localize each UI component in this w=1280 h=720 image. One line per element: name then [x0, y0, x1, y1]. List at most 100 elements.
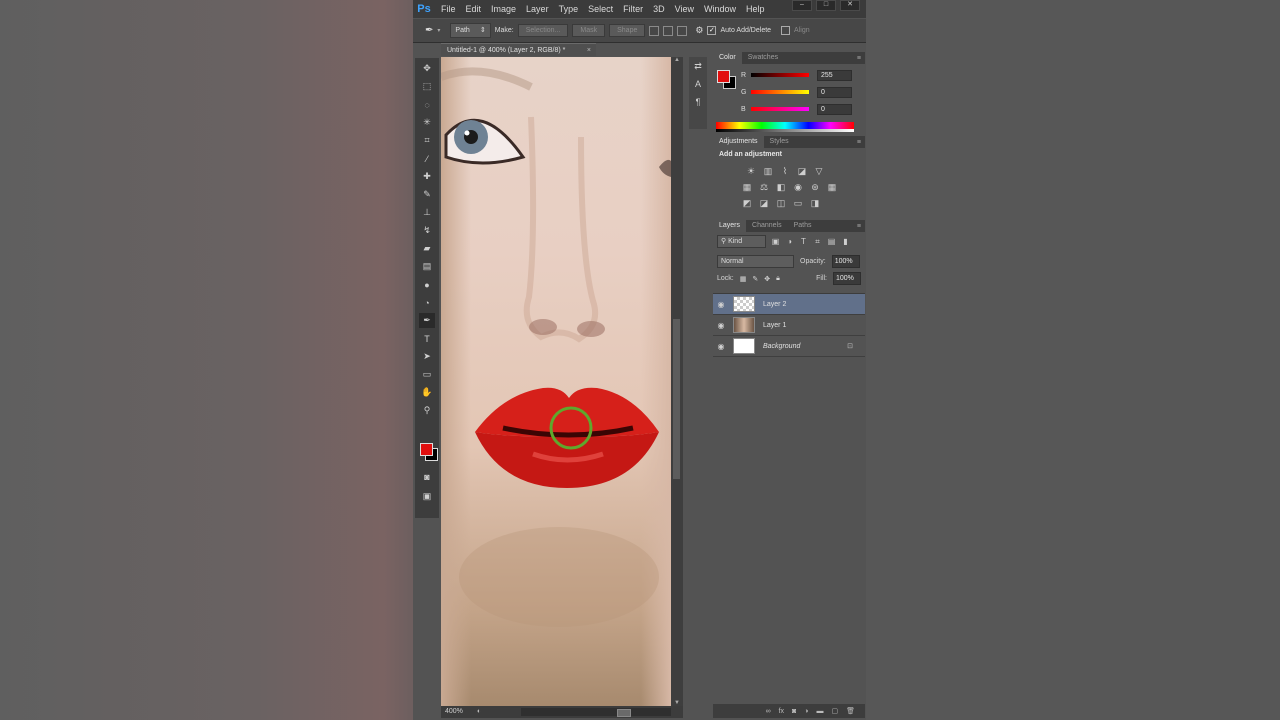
photo-filter-icon[interactable]: ◉ — [792, 181, 804, 193]
history-brush-tool-icon[interactable]: ↯ — [419, 223, 435, 238]
new-adjustment-layer-icon[interactable]: ◑ — [804, 708, 808, 715]
scrollbar-thumb[interactable] — [617, 709, 631, 717]
menu-3d[interactable]: 3D — [648, 0, 670, 18]
type-tool-icon[interactable]: T — [419, 331, 435, 346]
character-panel-icon[interactable]: A — [689, 75, 707, 93]
blue-slider[interactable] — [751, 107, 809, 111]
minimize-icon[interactable]: – — [792, 0, 812, 11]
green-value-input[interactable]: 0 — [817, 86, 852, 98]
scroll-up-icon[interactable]: ▲ — [671, 57, 683, 63]
menu-layer[interactable]: Layer — [521, 0, 554, 18]
brightness-contrast-icon[interactable]: ☀ — [745, 165, 757, 177]
chevron-down-icon[interactable]: ▾ — [437, 27, 440, 34]
fill-input[interactable]: 100% — [833, 272, 861, 285]
align-edges-checkbox[interactable] — [781, 26, 791, 35]
gear-icon[interactable]: ⚙ — [695, 25, 703, 36]
hue-saturation-icon[interactable]: ▦ — [741, 181, 753, 193]
green-slider[interactable] — [751, 90, 809, 94]
lasso-tool-icon[interactable]: ◌ — [419, 97, 435, 112]
tab-channels[interactable]: Channels — [746, 220, 788, 232]
new-group-icon[interactable]: ▬ — [816, 708, 823, 715]
tab-paths[interactable]: Paths — [788, 220, 818, 232]
vertical-scrollbar[interactable]: ▲ ▼ — [671, 57, 683, 706]
color-spectrum[interactable] — [716, 122, 854, 132]
exposure-icon[interactable]: ◪ — [796, 165, 808, 177]
new-layer-icon[interactable]: ▢ — [831, 707, 838, 715]
eraser-tool-icon[interactable]: ▰ — [419, 241, 435, 256]
make-selection-button[interactable]: Selection... — [517, 24, 569, 37]
menu-filter[interactable]: Filter — [618, 0, 648, 18]
shape-filter-icon[interactable]: ⌗ — [813, 237, 822, 246]
filter-kind-select[interactable]: ⚲ Kind — [717, 235, 766, 248]
vibrance-icon[interactable]: ▽ — [813, 165, 825, 177]
adjustment-filter-icon[interactable]: ◑ — [785, 237, 794, 246]
eyedropper-tool-icon[interactable]: ⁄ — [419, 151, 435, 166]
type-filter-icon[interactable]: T — [799, 237, 808, 246]
panel-menu-icon[interactable]: ≡ — [857, 55, 861, 62]
pixel-filter-icon[interactable]: ▣ — [771, 237, 780, 246]
invert-icon[interactable]: ◩ — [741, 197, 753, 209]
tab-swatches[interactable]: Swatches — [742, 52, 784, 64]
layer-row-layer-2[interactable]: ◉ Layer 2 — [713, 294, 865, 315]
foreground-color-swatch[interactable] — [420, 443, 433, 456]
lock-pixels-icon[interactable]: ✎ — [752, 275, 758, 283]
move-tool-icon[interactable]: ✥ — [419, 61, 435, 76]
menu-image[interactable]: Image — [486, 0, 521, 18]
blur-tool-icon[interactable]: ● — [419, 277, 435, 292]
layer-row-layer-1[interactable]: ◉ Layer 1 — [713, 315, 865, 336]
history-panel-icon[interactable]: ⇄ — [689, 57, 707, 75]
quick-mask-icon[interactable]: ◙ — [419, 469, 435, 484]
link-layers-icon[interactable]: ∞ — [766, 708, 771, 715]
close-icon[interactable]: ✕ — [840, 0, 860, 11]
pen-mode-select[interactable]: Path ⇕ — [450, 23, 491, 38]
lock-transparent-icon[interactable]: ▦ — [740, 275, 747, 283]
magic-wand-tool-icon[interactable]: ✳ — [419, 115, 435, 130]
pen-tool-icon[interactable]: ✒ — [425, 25, 433, 36]
menu-edit[interactable]: Edit — [461, 0, 487, 18]
black-white-icon[interactable]: ◧ — [775, 181, 787, 193]
healing-brush-tool-icon[interactable]: ✚ — [419, 169, 435, 184]
make-shape-button[interactable]: Shape — [609, 24, 646, 37]
paragraph-panel-icon[interactable]: ¶ — [689, 93, 707, 111]
make-mask-button[interactable]: Mask — [572, 24, 606, 37]
add-mask-icon[interactable]: ◙ — [792, 708, 796, 715]
red-value-input[interactable]: 255 — [817, 69, 852, 81]
scrollbar-thumb[interactable] — [673, 319, 680, 479]
layer-style-icon[interactable]: fx — [779, 708, 784, 715]
clone-stamp-tool-icon[interactable]: ⊥ — [419, 205, 435, 220]
horizontal-scrollbar[interactable] — [521, 708, 671, 717]
menu-file[interactable]: File — [436, 0, 461, 18]
maximize-icon[interactable]: □ — [816, 0, 836, 11]
filter-toggle-icon[interactable]: ▮ — [841, 237, 850, 246]
selective-color-icon[interactable]: ◨ — [809, 197, 821, 209]
delete-layer-icon[interactable]: 🗑︎ — [846, 707, 855, 715]
curves-icon[interactable]: ⌇ — [779, 165, 791, 177]
screen-mode-icon[interactable]: ▣ — [419, 489, 435, 504]
pen-tool-icon[interactable]: ✒ — [419, 313, 435, 328]
blend-mode-select[interactable]: Normal — [717, 255, 794, 268]
tab-adjustments[interactable]: Adjustments — [713, 136, 764, 148]
lock-all-icon[interactable]: 🔒︎ — [776, 275, 780, 283]
gradient-tool-icon[interactable]: ▤ — [419, 259, 435, 274]
info-icon[interactable]: ◐ — [477, 706, 481, 718]
smart-object-filter-icon[interactable]: ▤ — [827, 237, 836, 246]
menu-window[interactable]: Window — [699, 0, 741, 18]
menu-view[interactable]: View — [670, 0, 699, 18]
threshold-icon[interactable]: ◫ — [775, 197, 787, 209]
brush-tool-icon[interactable]: ✎ — [419, 187, 435, 202]
gradient-map-icon[interactable]: ▭ — [792, 197, 804, 209]
document-canvas[interactable] — [441, 57, 671, 706]
tab-layers[interactable]: Layers — [713, 220, 747, 232]
zoom-level[interactable]: 400% — [445, 706, 463, 718]
opacity-input[interactable]: 100% — [831, 255, 860, 268]
layer-row-background[interactable]: ◉ Background ⊡ — [713, 336, 865, 357]
crop-tool-icon[interactable]: ⌗ — [419, 133, 435, 148]
menu-type[interactable]: Type — [554, 0, 584, 18]
red-slider[interactable] — [751, 73, 809, 77]
eye-icon[interactable]: ◉ — [713, 321, 729, 330]
path-arrangement-icon[interactable] — [677, 25, 688, 36]
posterize-icon[interactable]: ◪ — [758, 197, 770, 209]
zoom-tool-icon[interactable]: ⚲ — [419, 403, 435, 418]
document-tab[interactable]: Untitled-1 @ 400% (Layer 2, RGB/8) * × — [441, 43, 596, 56]
color-lookup-icon[interactable]: ▦ — [826, 181, 838, 193]
